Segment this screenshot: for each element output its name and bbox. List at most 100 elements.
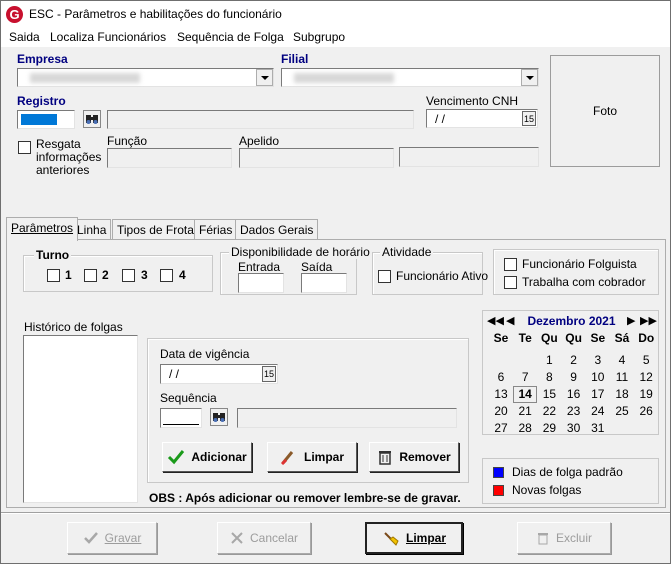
turno-4-label: 4 xyxy=(179,268,186,282)
calendar-day[interactable]: 25 xyxy=(610,404,634,418)
calendar-weekday: Sá xyxy=(614,331,630,345)
empresa-dropdown-icon[interactable] xyxy=(256,69,273,86)
app-logo-icon: G xyxy=(6,6,23,23)
trash-icon xyxy=(537,533,548,545)
filial-dropdown-icon[interactable] xyxy=(521,69,538,86)
menu-localiza-funcionarios[interactable]: Localiza Funcionários xyxy=(50,30,166,44)
menu-sequencia-folga[interactable]: Sequência de Folga xyxy=(177,30,284,44)
calendar-day[interactable]: 12 xyxy=(634,370,658,384)
calendar-day[interactable]: 5 xyxy=(634,353,658,367)
registro-search-button[interactable] xyxy=(83,110,101,128)
filial-combo[interactable] xyxy=(281,68,539,87)
photo-box[interactable]: Foto xyxy=(550,55,660,167)
turno-label: Turno xyxy=(34,248,72,262)
remover-button[interactable]: Remover xyxy=(369,442,459,472)
calendar-next-month-icon[interactable]: ▶ xyxy=(627,314,635,327)
limpar-action-button[interactable]: Limpar xyxy=(267,442,357,472)
calendar-day[interactable]: 24 xyxy=(586,404,610,418)
adicionar-button[interactable]: Adicionar xyxy=(162,442,252,472)
calendar-weekday: Se xyxy=(493,331,509,345)
broom-icon xyxy=(384,532,399,546)
calendar-day[interactable]: 20 xyxy=(489,404,513,418)
empresa-combo[interactable] xyxy=(17,68,274,87)
tab-tipos-de-frota[interactable]: Tipos de Frota xyxy=(112,219,199,239)
legend-swatch-padrao xyxy=(493,467,504,478)
calendar-day[interactable]: 26 xyxy=(634,404,658,418)
turno-4-checkbox[interactable] xyxy=(160,269,173,282)
registro-selection xyxy=(21,114,57,125)
calendar-day[interactable]: 15 xyxy=(537,387,561,401)
calendar-day[interactable]: 18 xyxy=(610,387,634,401)
calendar-day[interactable]: 6 xyxy=(489,370,513,384)
calendar-day[interactable]: 16 xyxy=(562,387,586,401)
sequencia-search-button[interactable] xyxy=(210,408,228,426)
vigencia-value: / / xyxy=(169,367,180,381)
registro-nome-field xyxy=(107,110,414,129)
historico-label: Histórico de folgas xyxy=(24,320,123,334)
calendar-day[interactable]: 7 xyxy=(513,370,537,384)
calendar-day[interactable]: 22 xyxy=(537,404,561,418)
calendar-day[interactable]: 4 xyxy=(610,353,634,367)
turno-1-checkbox[interactable] xyxy=(47,269,60,282)
empresa-value-redacted xyxy=(30,73,140,83)
tab-ferias[interactable]: Férias xyxy=(194,219,238,239)
calendar-day[interactable]: 19 xyxy=(634,387,658,401)
folguista-checkbox[interactable] xyxy=(504,258,517,271)
historico-list[interactable] xyxy=(23,335,138,503)
vencimento-cnh-input[interactable]: / / 15 xyxy=(426,109,538,128)
entrada-input[interactable] xyxy=(238,273,284,293)
tab-dados-gerais[interactable]: Dados Gerais xyxy=(235,219,319,239)
window-title: ESC - Parâmetros e habilitações do funci… xyxy=(29,7,282,21)
cancelar-button[interactable]: Cancelar xyxy=(217,522,311,554)
calendar[interactable]: ◀◀ ◀ Dezembro 2021 ▶ ▶▶ Se Te Qu Qu Se Sá Do 1 2… xyxy=(482,310,659,435)
calendar-day[interactable]: 10 xyxy=(586,370,610,384)
resgata-checkbox[interactable] xyxy=(18,141,31,154)
calendar-day[interactable]: 28 xyxy=(513,421,537,435)
vigencia-input[interactable]: / / 15 xyxy=(160,364,278,384)
vigencia-label: Data de vigência xyxy=(160,347,250,361)
limpar-footer-button[interactable]: Limpar xyxy=(365,522,463,554)
sequencia-input[interactable] xyxy=(160,408,202,428)
legend-swatch-novas xyxy=(493,485,504,496)
excluir-button[interactable]: Excluir xyxy=(517,522,611,554)
extra-field xyxy=(399,147,539,167)
calendar-day[interactable]: 8 xyxy=(537,370,561,384)
calendar-weekday: Te xyxy=(518,331,532,345)
calendar-day[interactable]: 30 xyxy=(562,421,586,435)
registro-input[interactable] xyxy=(17,110,75,129)
gravar-button[interactable]: Gravar xyxy=(67,522,157,554)
calendar-icon[interactable]: 15 xyxy=(522,111,536,126)
calendar-day[interactable]: 2 xyxy=(562,353,586,367)
calendar-day[interactable]: 27 xyxy=(489,421,513,435)
calendar-day[interactable]: 21 xyxy=(513,404,537,418)
calendar-day[interactable]: 3 xyxy=(586,353,610,367)
saida-input[interactable] xyxy=(301,273,347,293)
funcionario-ativo-checkbox[interactable] xyxy=(378,270,391,283)
entrada-label: Entrada xyxy=(238,260,281,274)
calendar-day[interactable]: 13 xyxy=(489,387,513,401)
calendar-day[interactable]: 9 xyxy=(562,370,586,384)
calendar-day[interactable]: 31 xyxy=(586,421,610,435)
vencimento-cnh-label: Vencimento CNH xyxy=(426,94,519,108)
vigencia-calendar-icon[interactable]: 15 xyxy=(262,366,276,382)
cobrador-label: Trabalha com cobrador xyxy=(522,275,646,289)
tab-parametros[interactable]: Parâmetros xyxy=(6,217,79,241)
menu-subgrupo[interactable]: Subgrupo xyxy=(293,30,345,44)
turno-2-checkbox[interactable] xyxy=(84,269,97,282)
apelido-field xyxy=(239,148,394,168)
turno-3-checkbox[interactable] xyxy=(122,269,135,282)
calendar-day[interactable]: 11 xyxy=(610,370,634,384)
calendar-day[interactable]: 14 xyxy=(513,386,538,403)
calendar-day[interactable]: 17 xyxy=(586,387,610,401)
resgata-label: Resgata informações anteriores xyxy=(36,137,102,177)
photo-label: Foto xyxy=(592,104,617,118)
cobrador-checkbox[interactable] xyxy=(504,276,517,289)
calendar-day[interactable]: 23 xyxy=(562,404,586,418)
saida-label: Saída xyxy=(301,260,333,274)
menu-saida[interactable]: Saida xyxy=(9,30,40,44)
folguista-label: Funcionário Folguista xyxy=(522,257,637,271)
calendar-day[interactable]: 29 xyxy=(537,421,561,435)
calendar-next-year-icon[interactable]: ▶▶ xyxy=(640,314,657,327)
turno-3-label: 3 xyxy=(141,268,148,282)
calendar-day[interactable]: 1 xyxy=(537,353,561,367)
